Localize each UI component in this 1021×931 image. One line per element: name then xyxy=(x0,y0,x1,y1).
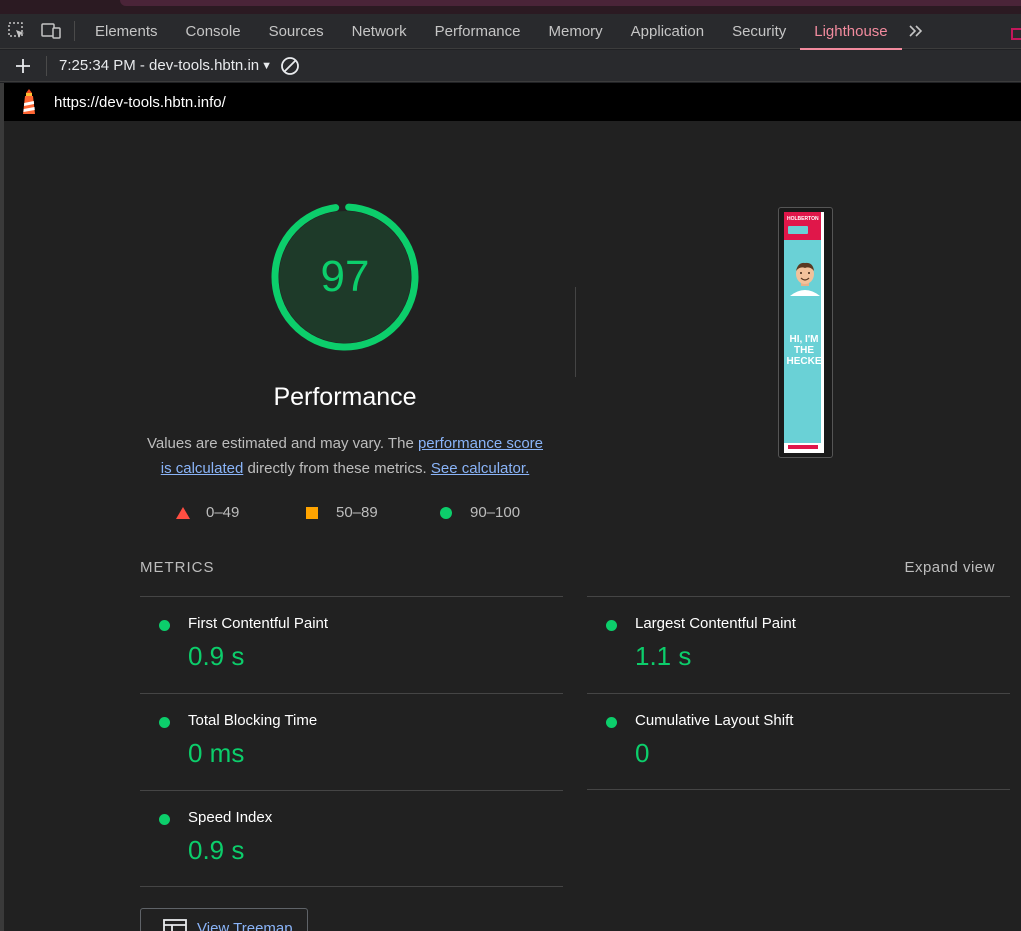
caret-down-icon: ▼ xyxy=(261,59,273,72)
avatar-illustration-icon xyxy=(790,262,820,296)
pass-circle-icon xyxy=(606,717,617,728)
screenshot-header-button xyxy=(788,226,808,234)
final-screenshot[interactable]: HOLBERTON HI, I'M THE HECKE xyxy=(778,207,833,458)
tab-application[interactable]: Application xyxy=(617,14,718,49)
square-icon xyxy=(306,506,318,519)
device-toolbar-icon[interactable] xyxy=(34,14,68,49)
pass-circle-icon xyxy=(606,620,617,631)
score-scale-legend: 0–49 50–89 90–100 xyxy=(176,504,520,521)
report-url-bar: https://dev-tools.hbtn.info/ xyxy=(4,83,1021,121)
view-treemap-label: View Treemap xyxy=(197,919,293,931)
metric-cumulative-layout-shift: Cumulative Layout Shift 0 xyxy=(587,693,1010,790)
treemap-icon xyxy=(163,919,187,931)
performance-gauge[interactable]: 97 xyxy=(269,201,421,353)
metric-speed-index: Speed Index 0.9 s xyxy=(140,790,563,887)
metrics-divider xyxy=(587,789,1010,790)
tab-performance[interactable]: Performance xyxy=(421,14,535,49)
screenshot-footer xyxy=(784,443,824,453)
screenshot-header: HOLBERTON xyxy=(784,212,824,240)
metric-name: Cumulative Layout Shift xyxy=(635,712,794,729)
tab-security[interactable]: Security xyxy=(718,14,800,49)
report-selector-label: 7:25:34 PM - dev-tools.hbtn.in xyxy=(59,57,260,74)
legend-range-label: 0–49 xyxy=(206,504,240,521)
metric-value: 0.9 s xyxy=(188,641,245,671)
legend-average: 50–89 xyxy=(306,504,440,521)
expand-view-toggle[interactable]: Expand view xyxy=(904,559,995,576)
score-description: Values are estimated and may vary. The p… xyxy=(140,431,550,481)
metric-name: Speed Index xyxy=(188,809,273,826)
pass-circle-icon xyxy=(159,620,170,631)
pass-circle-icon xyxy=(159,717,170,728)
report-content: 97 Performance Values are estimated and … xyxy=(4,121,1021,931)
metric-value: 0 xyxy=(635,738,650,768)
metric-name: Largest Contentful Paint xyxy=(635,615,796,632)
inspect-element-icon[interactable] xyxy=(0,14,34,49)
see-calculator-link[interactable]: See calculator. xyxy=(431,460,529,477)
lighthouse-toolbar: 7:25:34 PM - dev-tools.hbtn.in ▼ xyxy=(0,50,1021,82)
report-selector[interactable]: 7:25:34 PM - dev-tools.hbtn.in ▼ xyxy=(47,57,273,74)
report-url[interactable]: https://dev-tools.hbtn.info/ xyxy=(54,94,226,111)
metric-name: First Contentful Paint xyxy=(188,615,329,632)
metrics-heading: METRICS xyxy=(140,559,215,576)
lighthouse-logo-icon xyxy=(4,83,54,121)
tab-lighthouse[interactable]: Lighthouse xyxy=(800,14,903,50)
screenshot-thumbnail: HOLBERTON HI, I'M THE HECKE xyxy=(784,212,824,453)
legend-pass: 90–100 xyxy=(440,504,520,521)
metrics-divider xyxy=(140,886,563,887)
window-accent-stripe xyxy=(120,0,1021,6)
description-text: Values are estimated and may vary. The xyxy=(146,435,418,452)
window-top-accent xyxy=(0,0,1021,14)
tab-memory[interactable]: Memory xyxy=(535,14,617,49)
tab-console[interactable]: Console xyxy=(172,14,255,49)
performance-score: 97 xyxy=(320,252,370,301)
tab-network[interactable]: Network xyxy=(338,14,421,49)
tab-elements[interactable]: Elements xyxy=(81,14,172,49)
screenshot-scrollbar xyxy=(821,212,824,453)
metric-first-contentful-paint: First Contentful Paint 0.9 s xyxy=(140,596,563,693)
gauge-title: Performance xyxy=(273,383,417,411)
screenshot-brand-text: HOLBERTON xyxy=(787,216,819,222)
metric-value: 0 ms xyxy=(188,738,245,768)
legend-range-label: 90–100 xyxy=(470,504,521,521)
new-report-plus-icon[interactable] xyxy=(0,50,46,82)
view-treemap-button[interactable]: View Treemap xyxy=(140,908,308,931)
screenshot-headline: HI, I'M THE HECKE xyxy=(786,334,822,367)
issues-indicator-icon[interactable] xyxy=(1011,14,1021,49)
circle-icon xyxy=(440,506,452,519)
pass-circle-icon xyxy=(159,814,170,825)
triangle-icon xyxy=(176,506,190,519)
metric-name: Total Blocking Time xyxy=(188,712,318,729)
legend-range-label: 50–89 xyxy=(336,504,378,521)
tabbar-separator xyxy=(74,21,75,41)
metric-value: 0.9 s xyxy=(188,835,245,865)
description-text: directly from these metrics. xyxy=(243,460,431,477)
devtools-tabbar: Elements Console Sources Network Perform… xyxy=(0,14,1021,50)
metric-largest-contentful-paint: Largest Contentful Paint 1.1 s xyxy=(587,596,1010,693)
summary-divider xyxy=(575,287,576,377)
tab-sources[interactable]: Sources xyxy=(255,14,338,49)
metric-value: 1.1 s xyxy=(635,641,692,671)
metrics-header: METRICS Expand view xyxy=(140,559,1010,581)
more-tabs-chevron-icon[interactable] xyxy=(902,14,930,49)
metric-total-blocking-time: Total Blocking Time 0 ms xyxy=(140,693,563,790)
clear-reports-icon[interactable] xyxy=(273,50,307,82)
legend-fail: 0–49 xyxy=(176,504,306,521)
